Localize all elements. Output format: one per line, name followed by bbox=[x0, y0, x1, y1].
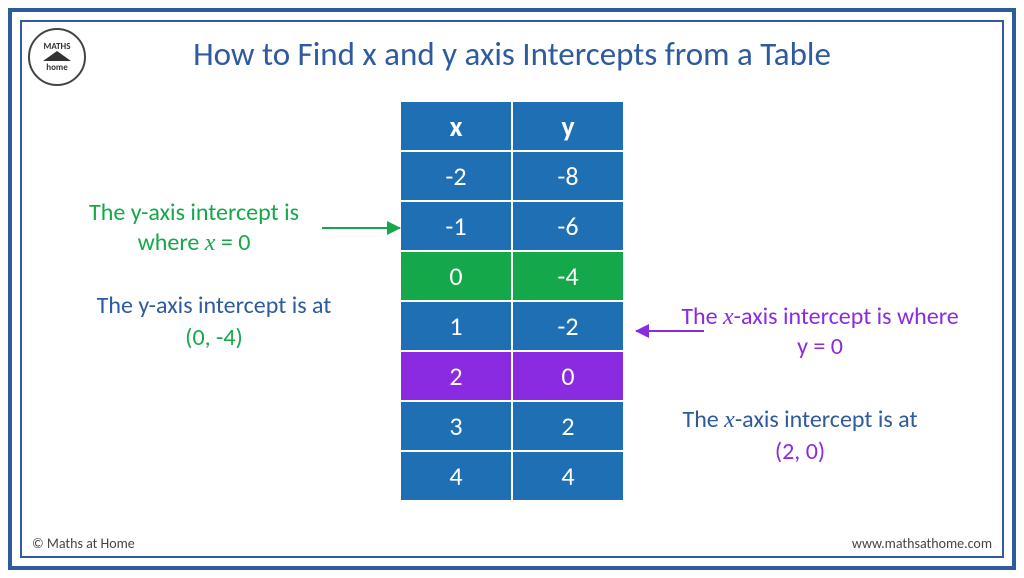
x-intercept-result: The x-axis intercept is at (2, 0) bbox=[640, 404, 960, 469]
cell-x: 4 bbox=[401, 452, 511, 500]
arrow-green-icon bbox=[322, 227, 400, 229]
cell-y: -2 bbox=[513, 302, 623, 350]
site-url: www.mathsathome.com bbox=[852, 535, 992, 552]
table-header-row: x y bbox=[401, 102, 623, 150]
table-row-y-intercept: 0 -4 bbox=[401, 252, 623, 300]
cell-y: -4 bbox=[513, 252, 623, 300]
y-intercept-rule: The y-axis intercept is where x = 0 bbox=[64, 198, 324, 258]
outer-frame: MATHS home How to Find x and y axis Inte… bbox=[8, 8, 1016, 570]
y-intercept-result: The y-axis intercept is at (0, -4) bbox=[64, 290, 364, 355]
table-row: 1 -2 bbox=[401, 302, 623, 350]
table-row: -1 -6 bbox=[401, 202, 623, 250]
cell-x: 1 bbox=[401, 302, 511, 350]
text: = 0 bbox=[215, 228, 250, 257]
x-intercept-rule: The x-axis intercept is where y = 0 bbox=[680, 302, 960, 362]
cell-y: 4 bbox=[513, 452, 623, 500]
text: -axis intercept is at bbox=[735, 405, 918, 434]
table-row-x-intercept: 2 0 bbox=[401, 352, 623, 400]
cell-x: 3 bbox=[401, 402, 511, 450]
cell-y: 2 bbox=[513, 402, 623, 450]
table-row: -2 -8 bbox=[401, 152, 623, 200]
cell-x: 2 bbox=[401, 352, 511, 400]
inner-frame: MATHS home How to Find x and y axis Inte… bbox=[20, 20, 1004, 558]
text: The y-axis intercept is at bbox=[97, 291, 332, 320]
page-title: How to Find x and y axis Intercepts from… bbox=[22, 34, 1002, 74]
arrow-purple-icon bbox=[636, 330, 704, 332]
copyright: © Maths at Home bbox=[32, 535, 135, 552]
table-row: 4 4 bbox=[401, 452, 623, 500]
cell-y: -6 bbox=[513, 202, 623, 250]
math-x: x bbox=[724, 407, 735, 433]
math-x: x bbox=[205, 230, 216, 256]
x-intercept-coord: (2, 0) bbox=[775, 437, 825, 466]
math-x: x bbox=[723, 304, 734, 330]
cell-x: -1 bbox=[401, 202, 511, 250]
text: -axis intercept is where y = 0 bbox=[734, 302, 959, 361]
text: The y-axis intercept is where bbox=[89, 198, 299, 257]
text: The bbox=[683, 405, 725, 434]
cell-y: -8 bbox=[513, 152, 623, 200]
col-header-y: y bbox=[513, 102, 623, 150]
col-header-x: x bbox=[401, 102, 511, 150]
cell-y: 0 bbox=[513, 352, 623, 400]
table-row: 3 2 bbox=[401, 402, 623, 450]
y-intercept-coord: (0, -4) bbox=[185, 323, 243, 352]
cell-x: 0 bbox=[401, 252, 511, 300]
cell-x: -2 bbox=[401, 152, 511, 200]
text: The bbox=[681, 302, 723, 331]
xy-table: x y -2 -8 -1 -6 0 -4 bbox=[399, 100, 625, 502]
